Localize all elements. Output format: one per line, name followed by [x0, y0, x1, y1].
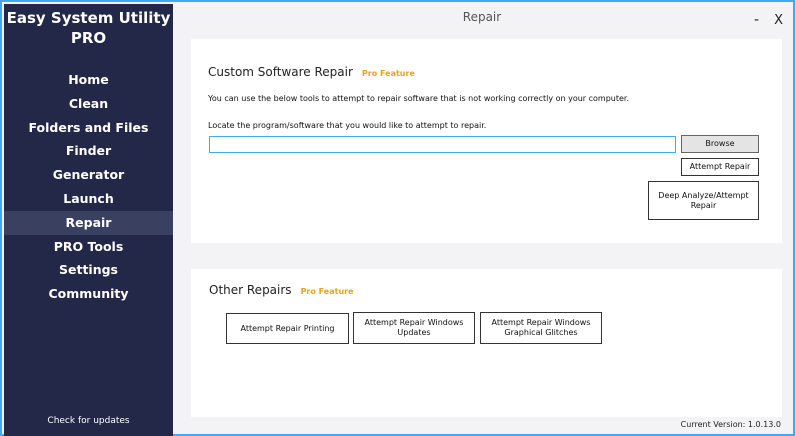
browse-button[interactable]: Browse: [681, 135, 759, 153]
sidebar-item-community[interactable]: Community: [4, 282, 173, 306]
sidebar-item-launch[interactable]: Launch: [4, 187, 173, 211]
page-title: Repair: [462, 10, 502, 24]
attempt-repair-button[interactable]: Attempt Repair: [681, 158, 759, 176]
minimize-button[interactable]: -: [754, 12, 759, 28]
sidebar-nav: Home Clean Folders and Files Finder Gene…: [4, 68, 173, 306]
app-title-line1: Easy System Utility: [6, 9, 171, 27]
custom-repair-title: Custom Software Repair: [208, 65, 353, 79]
sidebar-item-folders-and-files[interactable]: Folders and Files: [4, 116, 173, 140]
other-repairs-panel: Other Repairs Pro Feature Attempt Repair …: [191, 269, 782, 417]
sidebar-item-settings[interactable]: Settings: [4, 258, 173, 282]
app-window: Easy System Utility PRO Home Clean Folde…: [0, 0, 795, 436]
pro-feature-badge: Pro Feature: [300, 287, 354, 296]
pro-feature-badge: Pro Feature: [361, 69, 415, 78]
locate-program-label: Locate the program/software that you wou…: [208, 121, 487, 130]
repair-graphical-glitches-button[interactable]: Attempt Repair Windows Graphical Glitche…: [480, 312, 602, 344]
close-button[interactable]: X: [774, 13, 783, 28]
app-title: Easy System Utility PRO: [4, 8, 173, 48]
sidebar-item-clean[interactable]: Clean: [4, 92, 173, 116]
app-title-line2: PRO: [70, 29, 107, 47]
other-repairs-heading: Other Repairs Pro Feature: [209, 283, 354, 297]
custom-software-repair-panel: Custom Software Repair Pro Feature You ca…: [191, 39, 782, 243]
check-for-updates-link[interactable]: Check for updates: [4, 416, 173, 426]
sidebar: Easy System Utility PRO Home Clean Folde…: [4, 4, 173, 436]
sidebar-item-repair[interactable]: Repair: [4, 210, 173, 235]
program-path-input[interactable]: [209, 136, 676, 153]
repair-printing-button[interactable]: Attempt Repair Printing: [226, 313, 349, 344]
repair-windows-updates-button[interactable]: Attempt Repair Windows Updates: [353, 312, 475, 344]
sidebar-item-home[interactable]: Home: [4, 68, 173, 92]
sidebar-item-finder[interactable]: Finder: [4, 139, 173, 163]
sidebar-item-pro-tools[interactable]: PRO Tools: [4, 235, 173, 259]
sidebar-item-generator[interactable]: Generator: [4, 163, 173, 187]
deep-analyze-button[interactable]: Deep Analyze/Attempt Repair: [648, 181, 759, 220]
main-area: Repair - X Custom Software Repair Pro Fea…: [173, 4, 791, 432]
other-repairs-title: Other Repairs: [209, 283, 292, 297]
current-version-label: Current Version: 1.0.13.0: [680, 420, 781, 429]
custom-repair-heading: Custom Software Repair Pro Feature: [208, 65, 415, 79]
custom-repair-description: You can use the below tools to attempt t…: [208, 94, 630, 103]
